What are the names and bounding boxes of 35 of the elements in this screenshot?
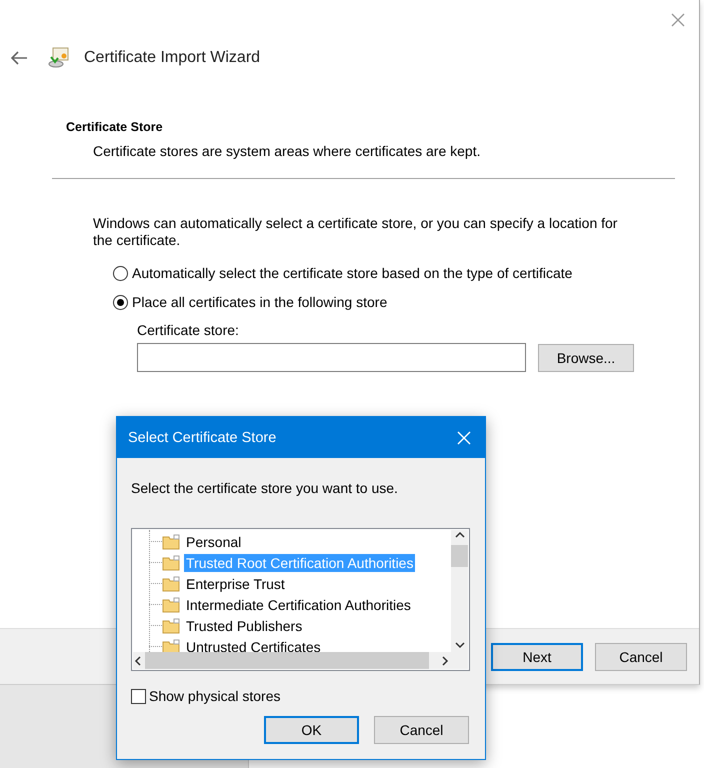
- field-label: Certificate store:: [137, 322, 240, 338]
- dialog-prompt: Select the certificate store you want to use.: [131, 480, 399, 496]
- radio-button[interactable]: [113, 294, 128, 310]
- folder-icon: [162, 554, 180, 570]
- scrollbar-thumb[interactable]: [451, 545, 468, 567]
- tree-item[interactable]: Untrusted Certificates: [184, 638, 323, 652]
- cancel-button[interactable]: Cancel: [595, 642, 687, 670]
- radio-button[interactable]: [113, 266, 128, 280]
- radio-label: Place all certificates in the following store: [132, 294, 388, 310]
- intro-text: Windows can automatically select a certificate store, or you can specify a location for the certificate.: [93, 215, 618, 249]
- folder-icon: [162, 534, 180, 550]
- folder-icon: [162, 638, 180, 652]
- radio-label: Automatically select the certificate store based on the type of certificate: [132, 265, 572, 281]
- checkbox[interactable]: [131, 688, 146, 704]
- certificate-store-field[interactable]: [137, 343, 526, 372]
- section-heading: Certificate Store: [66, 120, 164, 134]
- checkbox-label: Show physical stores: [149, 688, 281, 704]
- folder-icon: [162, 596, 180, 612]
- folder-icon: [162, 618, 180, 634]
- certificate-icon: [48, 47, 70, 69]
- back-arrow-icon[interactable]: [10, 51, 28, 65]
- browse-button[interactable]: Browse...: [538, 344, 634, 372]
- next-button[interactable]: Next: [491, 642, 583, 670]
- tree-item[interactable]: Personal: [184, 532, 244, 550]
- window-title: Certificate Import Wizard: [84, 49, 260, 67]
- tree-item[interactable]: Intermediate Certification Authorities: [184, 596, 413, 614]
- tree-item[interactable]: Enterprise Trust: [184, 574, 287, 592]
- vertical-scrollbar[interactable]: [451, 530, 468, 652]
- cancel-button[interactable]: Cancel: [374, 716, 469, 744]
- close-button[interactable]: [671, 13, 685, 27]
- folder-icon: [162, 576, 180, 592]
- dialog-title: Select Certificate Store: [128, 430, 276, 446]
- section-description: Certificate stores are system areas where certificates are kept.: [93, 143, 482, 159]
- tree-item[interactable]: Trusted Publishers: [184, 616, 304, 634]
- ok-button[interactable]: OK: [264, 716, 359, 744]
